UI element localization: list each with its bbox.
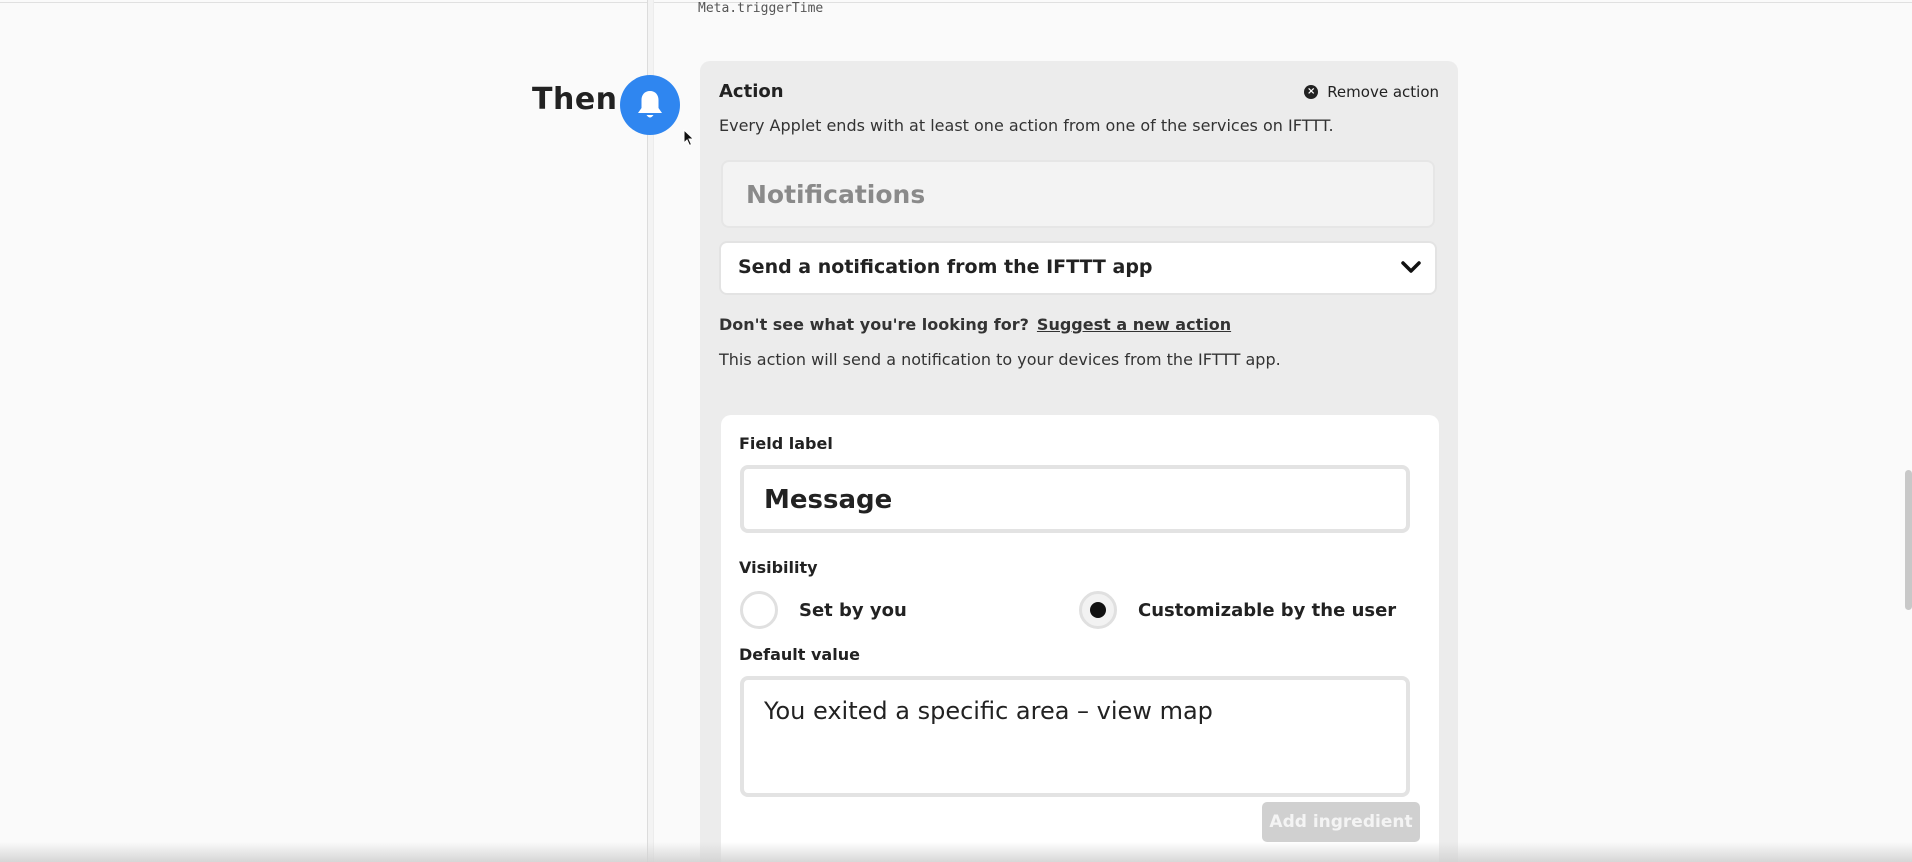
field-label-heading: Field label [739, 434, 833, 453]
default-value-text: You exited a specific area – view map [764, 697, 1213, 725]
remove-action-button[interactable]: × Remove action [1304, 83, 1439, 101]
service-name-box: Notifications [723, 162, 1433, 226]
notification-service-badge[interactable] [620, 75, 680, 135]
field-label-input[interactable]: Message [740, 465, 1410, 533]
add-ingredient-button[interactable]: Add ingredient [1262, 802, 1420, 842]
top-divider [0, 2, 1912, 3]
mouse-cursor-icon [683, 128, 695, 151]
bottom-fade [0, 842, 1912, 862]
suggest-new-action-link[interactable]: Suggest a new action [1037, 315, 1231, 334]
chevron-down-icon [1401, 259, 1421, 278]
field-label-value: Message [764, 485, 893, 515]
action-select-dropdown[interactable]: Send a notification from the IFTTT app [721, 243, 1435, 293]
action-panel: Action × Remove action Every Applet ends… [700, 61, 1458, 862]
action-title: Action [719, 81, 784, 102]
bell-icon [638, 91, 662, 118]
service-name: Notifications [746, 180, 926, 209]
selected-action-label: Send a notification from the IFTTT app [738, 256, 1153, 278]
radio-label-customizable[interactable]: Customizable by the user [1138, 600, 1396, 621]
radio-selected-dot [1090, 602, 1106, 618]
lookfor-text: Don't see what you're looking for? [719, 315, 1029, 334]
action-description: Every Applet ends with at least one acti… [719, 116, 1334, 135]
radio-label-set-by-you[interactable]: Set by you [799, 600, 907, 621]
page: Meta.triggerTime Then Action × Remove ac… [0, 0, 1912, 862]
default-value-heading: Default value [739, 645, 860, 664]
radio-customizable-by-user[interactable] [1079, 591, 1117, 629]
default-value-textarea[interactable]: You exited a specific area – view map [740, 676, 1410, 797]
field-card: Field label Message Visibility Set by yo… [721, 415, 1439, 862]
radio-set-by-you[interactable] [740, 591, 778, 629]
action-info-text: This action will send a notification to … [719, 350, 1281, 369]
close-circle-icon: × [1304, 85, 1319, 99]
visibility-heading: Visibility [739, 558, 818, 577]
page-scrollbar[interactable] [1905, 470, 1912, 610]
then-step-label: Then [532, 82, 618, 117]
remove-action-label: Remove action [1327, 83, 1439, 101]
lookfor-row: Don't see what you're looking for? Sugges… [719, 315, 1231, 334]
meta-ingredient-text: Meta.triggerTime [698, 1, 824, 16]
